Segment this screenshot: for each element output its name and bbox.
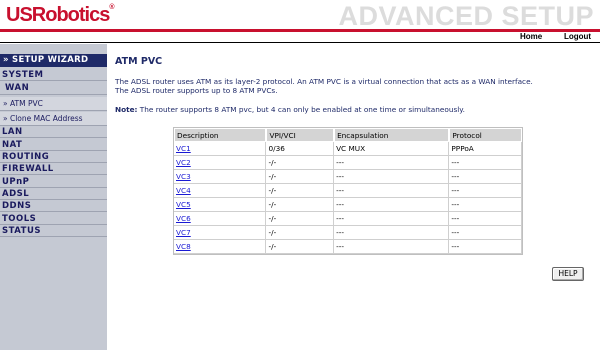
table-cell[interactable]: VC5 xyxy=(174,198,267,212)
table-cell: 0/36 xyxy=(266,142,335,156)
column-header-description: Description xyxy=(174,128,267,142)
sidebar-item-clone-mac-address[interactable]: » Clone MAC Address xyxy=(0,112,107,126)
table-cell: --- xyxy=(334,156,450,170)
table-cell: -/- xyxy=(266,212,335,226)
sidebar-item-system[interactable]: SYSTEM xyxy=(0,69,107,81)
table-cell: -/- xyxy=(266,170,335,184)
table-cell[interactable]: VC6 xyxy=(174,212,267,226)
table-cell: -/- xyxy=(266,156,335,170)
sidebar-item-setup-wizard[interactable]: » SETUP WIZARD xyxy=(0,54,107,67)
column-header-protocol: Protocol xyxy=(449,128,522,142)
description-line-2: The ADSL router supports up to 8 ATM PVC… xyxy=(115,86,278,95)
table-cell: --- xyxy=(449,156,522,170)
note-text: Note: The router supports 8 ATM pvc, but… xyxy=(115,105,465,114)
table-cell: --- xyxy=(449,170,522,184)
table-header-row: Description VPI/VCI Encapsulation Protoc… xyxy=(174,128,522,142)
table-cell: -/- xyxy=(266,184,335,198)
table-cell[interactable]: VC4 xyxy=(174,184,267,198)
table-cell: --- xyxy=(449,212,522,226)
table-row: VC1 0/36 VC MUX PPPoA xyxy=(174,142,522,156)
sidebar-item-upnp[interactable]: UPnP xyxy=(0,176,107,188)
table-cell: --- xyxy=(334,240,450,254)
table-cell: PPPoA xyxy=(449,142,522,156)
note-body: The router supports 8 ATM pvc, but 4 can… xyxy=(137,105,465,114)
page-title: ATM PVC xyxy=(115,56,163,67)
vc-link[interactable]: VC4 xyxy=(176,186,191,195)
vc-link[interactable]: VC1 xyxy=(176,144,191,153)
table-cell: --- xyxy=(449,184,522,198)
sidebar-item-adsl[interactable]: ADSL xyxy=(0,188,107,200)
sidebar-item-wan[interactable]: WAN xyxy=(0,81,107,95)
vc-link[interactable]: VC2 xyxy=(176,158,191,167)
atm-pvc-table: Description VPI/VCI Encapsulation Protoc… xyxy=(173,127,523,255)
table-cell: --- xyxy=(334,170,450,184)
vc-link[interactable]: VC8 xyxy=(176,242,191,251)
top-nav: Home Logout xyxy=(0,32,600,42)
logout-link[interactable]: Logout xyxy=(564,32,591,41)
sidebar-item-firewall[interactable]: FIREWALL xyxy=(0,163,107,175)
sidebar-item-status[interactable]: STATUS xyxy=(0,225,107,237)
table-cell[interactable]: VC7 xyxy=(174,226,267,240)
table-cell: --- xyxy=(449,240,522,254)
help-button[interactable]: HELP xyxy=(552,267,584,281)
table-cell: -/- xyxy=(266,240,335,254)
note-label: Note: xyxy=(115,105,138,114)
table-cell: --- xyxy=(334,198,450,212)
table-row: VC8 -/- --- --- xyxy=(174,240,522,254)
table-row: VC4 -/- --- --- xyxy=(174,184,522,198)
table-cell: --- xyxy=(449,226,522,240)
table-cell: -/- xyxy=(266,198,335,212)
sidebar-item-tools[interactable]: TOOLS xyxy=(0,213,107,225)
sidebar-item-nat[interactable]: NAT xyxy=(0,139,107,151)
sidebar-item-lan[interactable]: LAN xyxy=(0,126,107,138)
registered-mark: ® xyxy=(109,4,115,11)
table-cell[interactable]: VC1 xyxy=(174,142,267,156)
table-row: VC7 -/- --- --- xyxy=(174,226,522,240)
home-link[interactable]: Home xyxy=(520,32,542,41)
header: USRobotics® ADVANCED SETUP xyxy=(0,0,600,31)
sidebar: » SETUP WIZARD SYSTEM WAN » ATM PVC » Cl… xyxy=(0,44,107,350)
table-row: VC2 -/- --- --- xyxy=(174,156,522,170)
section-banner: ADVANCED SETUP xyxy=(338,1,594,31)
table-cell: --- xyxy=(449,198,522,212)
vc-link[interactable]: VC7 xyxy=(176,228,191,237)
table-cell: --- xyxy=(334,226,450,240)
sidebar-item-ddns[interactable]: DDNS xyxy=(0,200,107,212)
description-line-1: The ADSL router uses ATM as its layer-2 … xyxy=(115,77,533,86)
sidebar-item-atm-pvc[interactable]: » ATM PVC xyxy=(0,97,107,111)
column-header-encapsulation: Encapsulation xyxy=(334,128,450,142)
column-header-vpi-vci: VPI/VCI xyxy=(266,128,335,142)
sidebar-item-routing[interactable]: ROUTING xyxy=(0,151,107,163)
nav-divider xyxy=(0,42,600,43)
table-row: VC3 -/- --- --- xyxy=(174,170,522,184)
vc-link[interactable]: VC3 xyxy=(176,172,191,181)
table-cell: -/- xyxy=(266,226,335,240)
table-row: VC5 -/- --- --- xyxy=(174,198,522,212)
table-cell: VC MUX xyxy=(334,142,450,156)
table-cell[interactable]: VC2 xyxy=(174,156,267,170)
table-row: VC6 -/- --- --- xyxy=(174,212,522,226)
table-cell[interactable]: VC3 xyxy=(174,170,267,184)
main-content: ATM PVC The ADSL router uses ATM as its … xyxy=(115,44,595,350)
table-cell: --- xyxy=(334,212,450,226)
usrobotics-logo[interactable]: USRobotics® xyxy=(6,4,115,27)
vc-link[interactable]: VC5 xyxy=(176,200,191,209)
table-cell: --- xyxy=(334,184,450,198)
vc-link[interactable]: VC6 xyxy=(176,214,191,223)
table-cell[interactable]: VC8 xyxy=(174,240,267,254)
